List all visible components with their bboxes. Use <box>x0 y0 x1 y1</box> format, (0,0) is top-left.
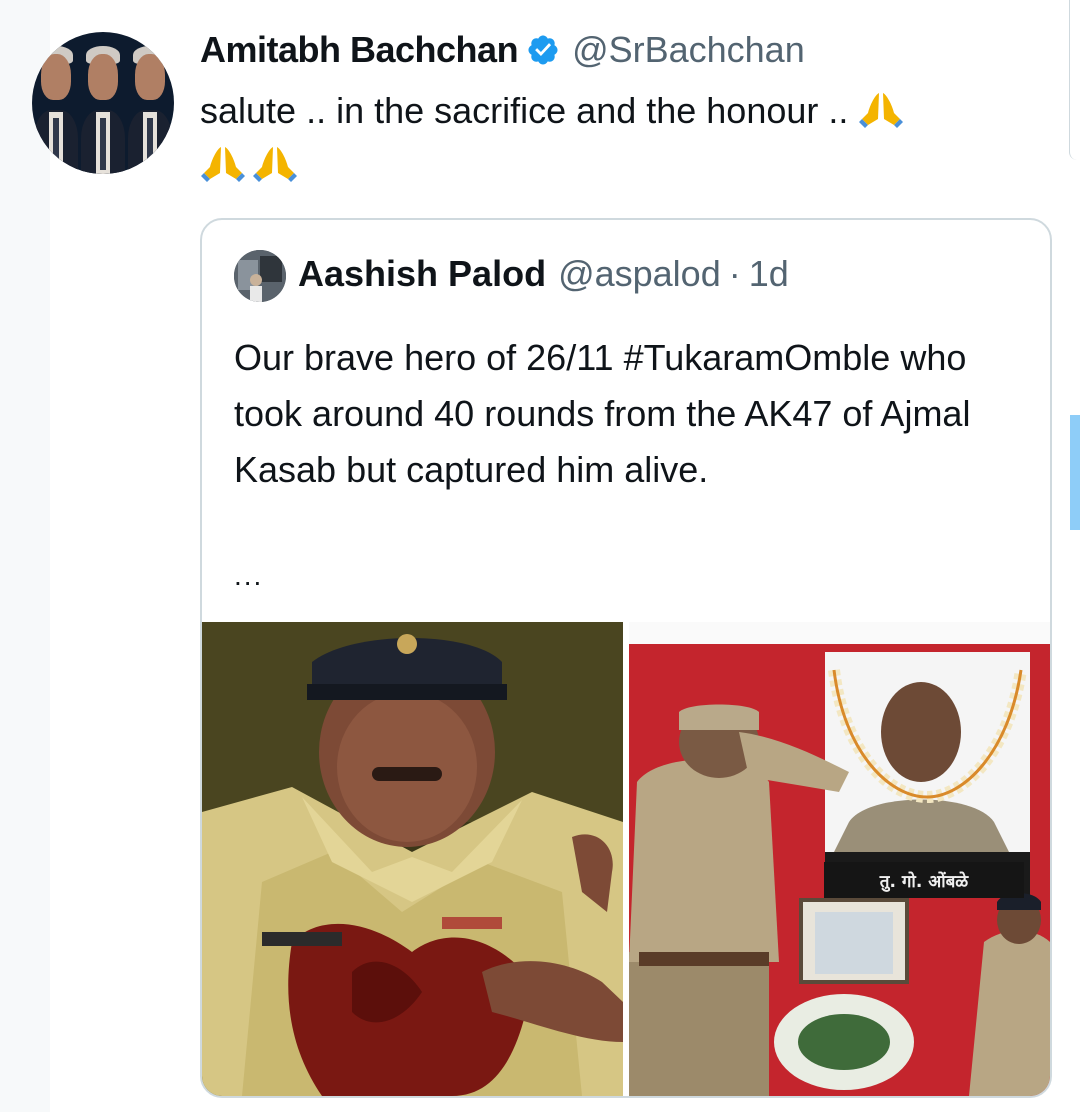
quoted-tweet-card[interactable]: Aashish Palod @aspalod · 1d Our brave he… <box>200 218 1052 1098</box>
tweet-header: Amitabh Bachchan @SrBachchan <box>200 28 805 72</box>
quoted-tweet-text: Our brave hero of 26/11 #TukaramOmble wh… <box>234 337 971 490</box>
media-photo-2[interactable]: तु. गो. ओंबळे <box>629 622 1050 1096</box>
media-photo-1[interactable] <box>202 622 623 1096</box>
scrollbar-thumb[interactable] <box>1070 415 1080 530</box>
author-name[interactable]: Amitabh Bachchan <box>200 29 519 71</box>
tweet-text: salute .. in the sacrifice and the honou… <box>200 84 1030 192</box>
quoted-author-name[interactable]: Aashish Palod <box>298 253 546 295</box>
tweet-body: salute .. in the sacrifice and the honou… <box>200 90 849 131</box>
quoted-author-handle[interactable]: @aspalod <box>558 253 721 295</box>
memorial-name-board: तु. गो. ओंबळे <box>824 862 1024 898</box>
side-panel-edge <box>1069 0 1080 160</box>
quoted-author-avatar[interactable] <box>234 250 286 302</box>
media-grid: तु. गो. ओंबळे <box>202 622 1050 1096</box>
author-avatar[interactable] <box>32 32 174 174</box>
separator-dot: · <box>728 253 741 294</box>
quoted-tweet-time[interactable]: 1d <box>749 253 789 295</box>
quoted-tweet-header: Aashish Palod @aspalod · 1d <box>298 252 789 296</box>
folded-hands-icon <box>859 93 904 128</box>
folded-hands-icon <box>201 147 245 182</box>
folded-hands-icon <box>253 147 297 182</box>
author-handle[interactable]: @SrBachchan <box>572 29 805 71</box>
verified-badge-icon <box>528 35 558 65</box>
show-more-ellipsis[interactable]: ... <box>234 560 263 592</box>
